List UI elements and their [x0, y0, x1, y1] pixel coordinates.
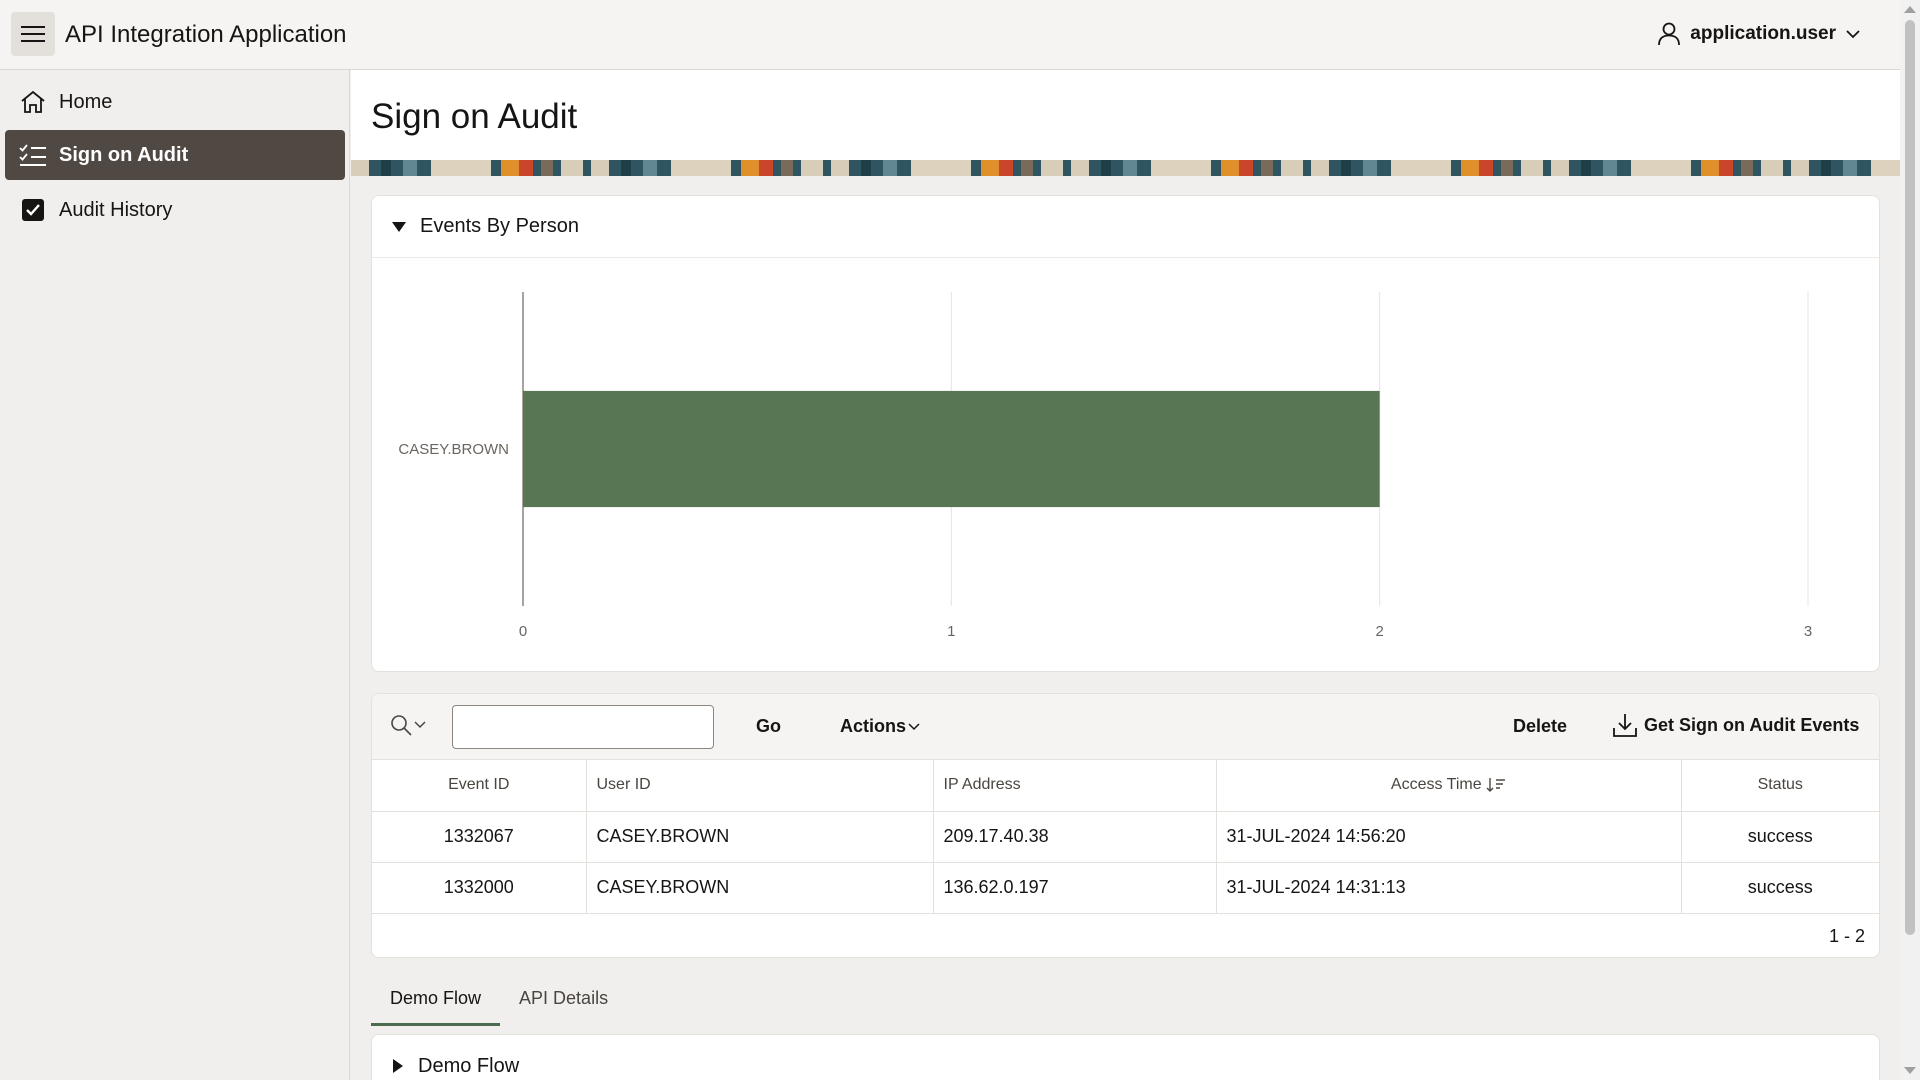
cell-event-id: 1332067	[372, 811, 587, 863]
report-search-input[interactable]	[452, 705, 714, 749]
cell-access-time: 31-JUL-2024 14:56:20	[1216, 811, 1682, 863]
region-tabs: Demo Flow API Details	[371, 982, 627, 1026]
pagination-range: 1 - 2	[1828, 926, 1865, 946]
cell-user-id: CASEY.BROWN	[586, 862, 934, 914]
page-scrollbar[interactable]	[1900, 0, 1920, 1080]
sidebar-nav: Home Sign on Audit Audit History	[0, 70, 350, 1080]
sidebar-item-label: Home	[59, 90, 113, 113]
app-header: API Integration Application application.…	[0, 0, 1900, 70]
get-sign-on-audit-events-button[interactable]: Get Sign on Audit Events	[1612, 712, 1859, 738]
tab-api-details[interactable]: API Details	[500, 982, 627, 1026]
cell-ip-address: 209.17.40.38	[933, 811, 1217, 863]
go-button[interactable]: Go	[756, 716, 781, 737]
cell-ip-address: 136.62.0.197	[933, 862, 1217, 914]
chart-category-label: CASEY.BROWN	[398, 441, 509, 458]
page-title-bar: Sign on Audit	[351, 70, 1900, 160]
table-header-row: Event ID User ID IP Address Access Time …	[372, 760, 1879, 812]
tab-demo-flow[interactable]: Demo Flow	[371, 982, 501, 1026]
report-table: Event ID User ID IP Address Access Time …	[372, 760, 1879, 914]
chart-tick-label: 2	[1375, 623, 1383, 640]
region-header[interactable]: Events By Person	[372, 196, 1879, 258]
cell-access-time: 31-JUL-2024 14:31:13	[1216, 862, 1682, 914]
column-header-access-time[interactable]: Access Time	[1216, 760, 1682, 812]
scroll-up-arrow-icon[interactable]	[1904, 6, 1916, 13]
sidebar-item-label: Audit History	[59, 198, 173, 221]
cell-status: success	[1681, 811, 1879, 863]
home-icon	[19, 88, 47, 116]
region-title: Demo Flow	[418, 1054, 520, 1077]
column-header-event-id[interactable]: Event ID	[372, 760, 587, 812]
bar-chart: 0 1 2 3 CASEY.BROWN	[398, 292, 1812, 640]
actions-label: Actions	[840, 716, 907, 736]
chevron-down-icon	[1846, 29, 1860, 38]
region-header[interactable]: Demo Flow	[372, 1035, 1879, 1080]
decorative-banner	[351, 160, 1900, 176]
main-content: Sign on Audit Events By Person 0 1 2 3 C…	[351, 70, 1900, 1080]
collapse-caret-icon[interactable]	[392, 221, 406, 233]
chart-tick-label: 0	[519, 623, 527, 640]
cell-event-id: 1332000	[372, 862, 587, 914]
column-header-user-id[interactable]: User ID	[586, 760, 934, 812]
events-by-person-region: Events By Person 0 1 2 3 CASEY.BROWN	[371, 195, 1880, 672]
chevron-down-icon	[908, 722, 920, 730]
chart-bar	[523, 390, 1380, 508]
cell-status: success	[1681, 862, 1879, 914]
menu-toggle-button[interactable]	[11, 12, 55, 56]
get-events-label: Get Sign on Audit Events	[1644, 714, 1860, 735]
sort-descending-icon	[1486, 778, 1506, 793]
column-header-ip-address[interactable]: IP Address	[933, 760, 1217, 812]
user-name: application.user	[1690, 23, 1836, 44]
delete-button[interactable]: Delete	[1513, 716, 1567, 737]
sidebar-item-audit-history[interactable]: Audit History	[5, 185, 345, 235]
demo-flow-region: Demo Flow	[371, 1034, 1880, 1080]
scroll-thumb[interactable]	[1905, 20, 1915, 935]
sign-on-audit-report: Go Actions Delete Get Sign on Audit Even…	[371, 693, 1880, 958]
column-header-label: Access Time	[1390, 776, 1482, 794]
page-title: Sign on Audit	[371, 97, 578, 136]
chevron-down-icon	[414, 721, 426, 729]
region-title: Events By Person	[420, 215, 579, 237]
table-row: 1332000 CASEY.BROWN 136.62.0.197 31-JUL-…	[372, 862, 1879, 914]
expand-caret-icon[interactable]	[392, 1059, 404, 1073]
user-menu[interactable]: application.user	[1658, 22, 1860, 46]
cell-user-id: CASEY.BROWN	[586, 811, 934, 863]
sidebar-item-sign-on-audit[interactable]: Sign on Audit	[5, 130, 345, 180]
sidebar-item-home[interactable]: Home	[5, 77, 345, 127]
search-icon	[391, 715, 412, 736]
report-toolbar: Go Actions Delete Get Sign on Audit Even…	[372, 694, 1879, 760]
app-title[interactable]: API Integration Application	[65, 21, 347, 49]
scroll-down-arrow-icon[interactable]	[1904, 1067, 1916, 1074]
table-row: 1332067 CASEY.BROWN 209.17.40.38 31-JUL-…	[372, 811, 1879, 863]
user-icon	[1658, 22, 1681, 46]
checkbox-icon	[19, 196, 47, 224]
checklist-icon	[19, 141, 47, 169]
column-header-status[interactable]: Status	[1681, 760, 1879, 812]
download-icon	[1613, 714, 1637, 737]
chart-tick-label: 1	[947, 623, 955, 640]
chart-tick-label: 3	[1804, 623, 1812, 640]
actions-menu-button[interactable]: Actions	[840, 716, 920, 737]
search-column-selector[interactable]	[390, 714, 426, 736]
sidebar-item-label: Sign on Audit	[59, 143, 189, 166]
hamburger-icon	[21, 26, 45, 42]
